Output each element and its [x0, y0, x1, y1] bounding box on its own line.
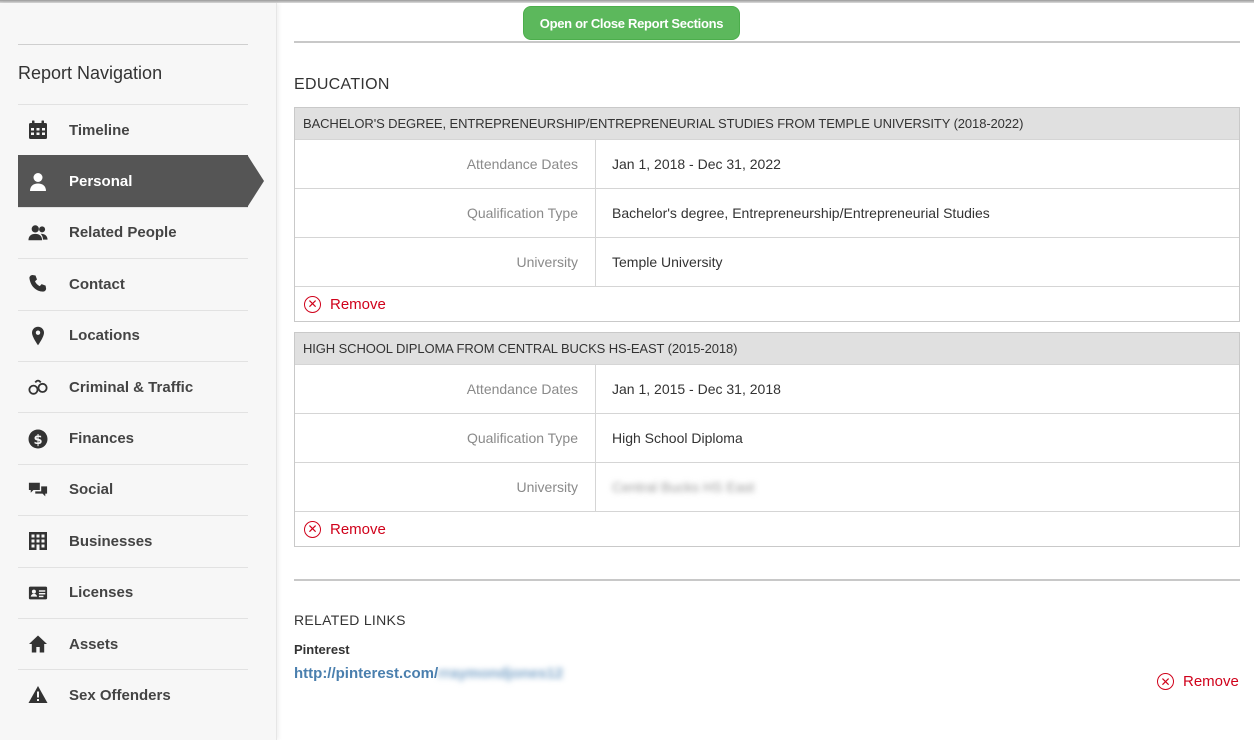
remove-label: Remove: [330, 295, 386, 313]
education-card: BACHELOR'S DEGREE, ENTREPRENEURSHIP/ENTR…: [294, 107, 1240, 322]
sidebar-item-label: Businesses: [69, 532, 153, 550]
education-section-title: EDUCATION: [294, 76, 390, 93]
sidebar-item-contact[interactable]: Contact: [18, 258, 248, 309]
education-card-heading: HIGH SCHOOL DIPLOMA FROM CENTRAL BUCKS H…: [295, 333, 1239, 364]
chat-icon: [27, 479, 49, 501]
home-icon: [27, 633, 49, 655]
report-sidebar: Report Navigation Timeline Personal Rela…: [0, 3, 277, 740]
sidebar-item-label: Locations: [69, 327, 140, 345]
table-row: Attendance Dates Jan 1, 2015 - Dec 31, 2…: [295, 364, 1239, 413]
close-circle-icon: ✕: [304, 520, 321, 538]
sidebar-item-criminal-traffic[interactable]: Criminal & Traffic: [18, 360, 248, 412]
remove-row: ✕ Remove: [295, 511, 1239, 546]
row-value-redacted: Central Bucks HS East: [612, 479, 755, 495]
sidebar-item-label: Criminal & Traffic: [69, 378, 194, 396]
calendar-icon: [27, 119, 49, 141]
sidebar-item-locations[interactable]: Locations: [18, 309, 248, 361]
row-value: Temple University: [612, 254, 723, 270]
sidebar-item-businesses[interactable]: Businesses: [18, 515, 248, 566]
section-divider: [294, 41, 1240, 43]
map-pin-icon: [27, 325, 49, 347]
table-row: University Central Bucks HS East: [295, 462, 1239, 511]
sidebar-item-label: Timeline: [69, 121, 130, 139]
person-icon: [27, 171, 49, 193]
remove-label: Remove: [1183, 673, 1239, 690]
sidebar-item-licenses[interactable]: Licenses: [18, 566, 248, 618]
people-icon: [27, 222, 49, 244]
sidebar-item-related-people[interactable]: Related People: [18, 206, 248, 258]
related-link-url[interactable]: http://pinterest.com/rraymondjones12: [294, 665, 563, 682]
row-label: Attendance Dates: [295, 365, 596, 413]
toggle-report-sections-button[interactable]: Open or Close Report Sections: [523, 6, 740, 40]
dollar-icon: $: [27, 428, 49, 450]
table-row: Attendance Dates Jan 1, 2018 - Dec 31, 2…: [295, 139, 1239, 188]
sidebar-item-label: Contact: [69, 275, 125, 293]
row-value: Jan 1, 2015 - Dec 31, 2018: [612, 381, 781, 397]
sidebar-item-label: Sex Offenders: [69, 686, 171, 704]
row-value-wrap: Central Bucks HS East: [596, 463, 754, 511]
row-value: High School Diploma: [612, 430, 743, 446]
sidebar-item-assets[interactable]: Assets: [18, 617, 248, 669]
row-label: Attendance Dates: [295, 140, 596, 188]
close-circle-icon: ✕: [1157, 673, 1174, 690]
sidebar-item-finances[interactable]: $ Finances: [18, 412, 248, 463]
sidebar-item-label: Related People: [69, 224, 177, 242]
sidebar-item-label: Personal: [69, 173, 133, 191]
sidebar-item-label: Finances: [69, 430, 135, 448]
row-label: Qualification Type: [295, 189, 596, 237]
sidebar-item-label: Assets: [69, 635, 119, 653]
link-url-redacted: rraymondjones12: [438, 665, 564, 682]
row-value: Bachelor's degree, Entrepreneurship/Entr…: [612, 205, 990, 221]
sidebar-item-timeline[interactable]: Timeline: [18, 104, 248, 155]
related-link-label: Pinterest: [294, 642, 350, 657]
row-label: Qualification Type: [295, 414, 596, 462]
sidebar-item-personal[interactable]: Personal: [18, 155, 264, 207]
close-circle-icon: ✕: [304, 295, 321, 313]
education-card-heading: BACHELOR'S DEGREE, ENTREPRENEURSHIP/ENTR…: [295, 108, 1239, 139]
handcuffs-icon: [27, 376, 49, 398]
table-row: Qualification Type High School Diploma: [295, 413, 1239, 462]
building-icon: [27, 530, 49, 552]
id-card-icon: [27, 582, 49, 604]
table-row: Qualification Type Bachelor's degree, En…: [295, 188, 1239, 237]
svg-text:$: $: [33, 433, 42, 448]
sidebar-title: Report Navigation: [18, 63, 163, 83]
remove-label: Remove: [330, 520, 386, 538]
section-divider: [294, 579, 1240, 581]
related-links-section-title: RELATED LINKS: [294, 612, 406, 628]
remove-education-button[interactable]: ✕ Remove: [304, 295, 386, 313]
education-card: HIGH SCHOOL DIPLOMA FROM CENTRAL BUCKS H…: [294, 332, 1240, 547]
remove-education-button[interactable]: ✕ Remove: [304, 520, 386, 538]
report-nav-list: Timeline Personal Related People Contact…: [18, 104, 264, 721]
sidebar-item-label: Licenses: [69, 584, 134, 602]
remove-row: ✕ Remove: [295, 286, 1239, 321]
link-url-prefix: http://pinterest.com/: [294, 665, 439, 682]
sidebar-item-label: Social: [69, 481, 114, 499]
row-label: University: [295, 463, 596, 511]
row-value: Jan 1, 2018 - Dec 31, 2022: [612, 156, 781, 172]
sidebar-item-sex-offenders[interactable]: Sex Offenders: [18, 669, 248, 720]
sidebar-divider: [18, 44, 248, 45]
row-label: University: [295, 238, 596, 286]
warning-icon: [27, 684, 49, 706]
table-row: University Temple University: [295, 237, 1239, 286]
remove-link-button[interactable]: ✕ Remove: [1157, 673, 1239, 690]
phone-icon: [27, 273, 49, 295]
sidebar-item-social[interactable]: Social: [18, 463, 248, 515]
